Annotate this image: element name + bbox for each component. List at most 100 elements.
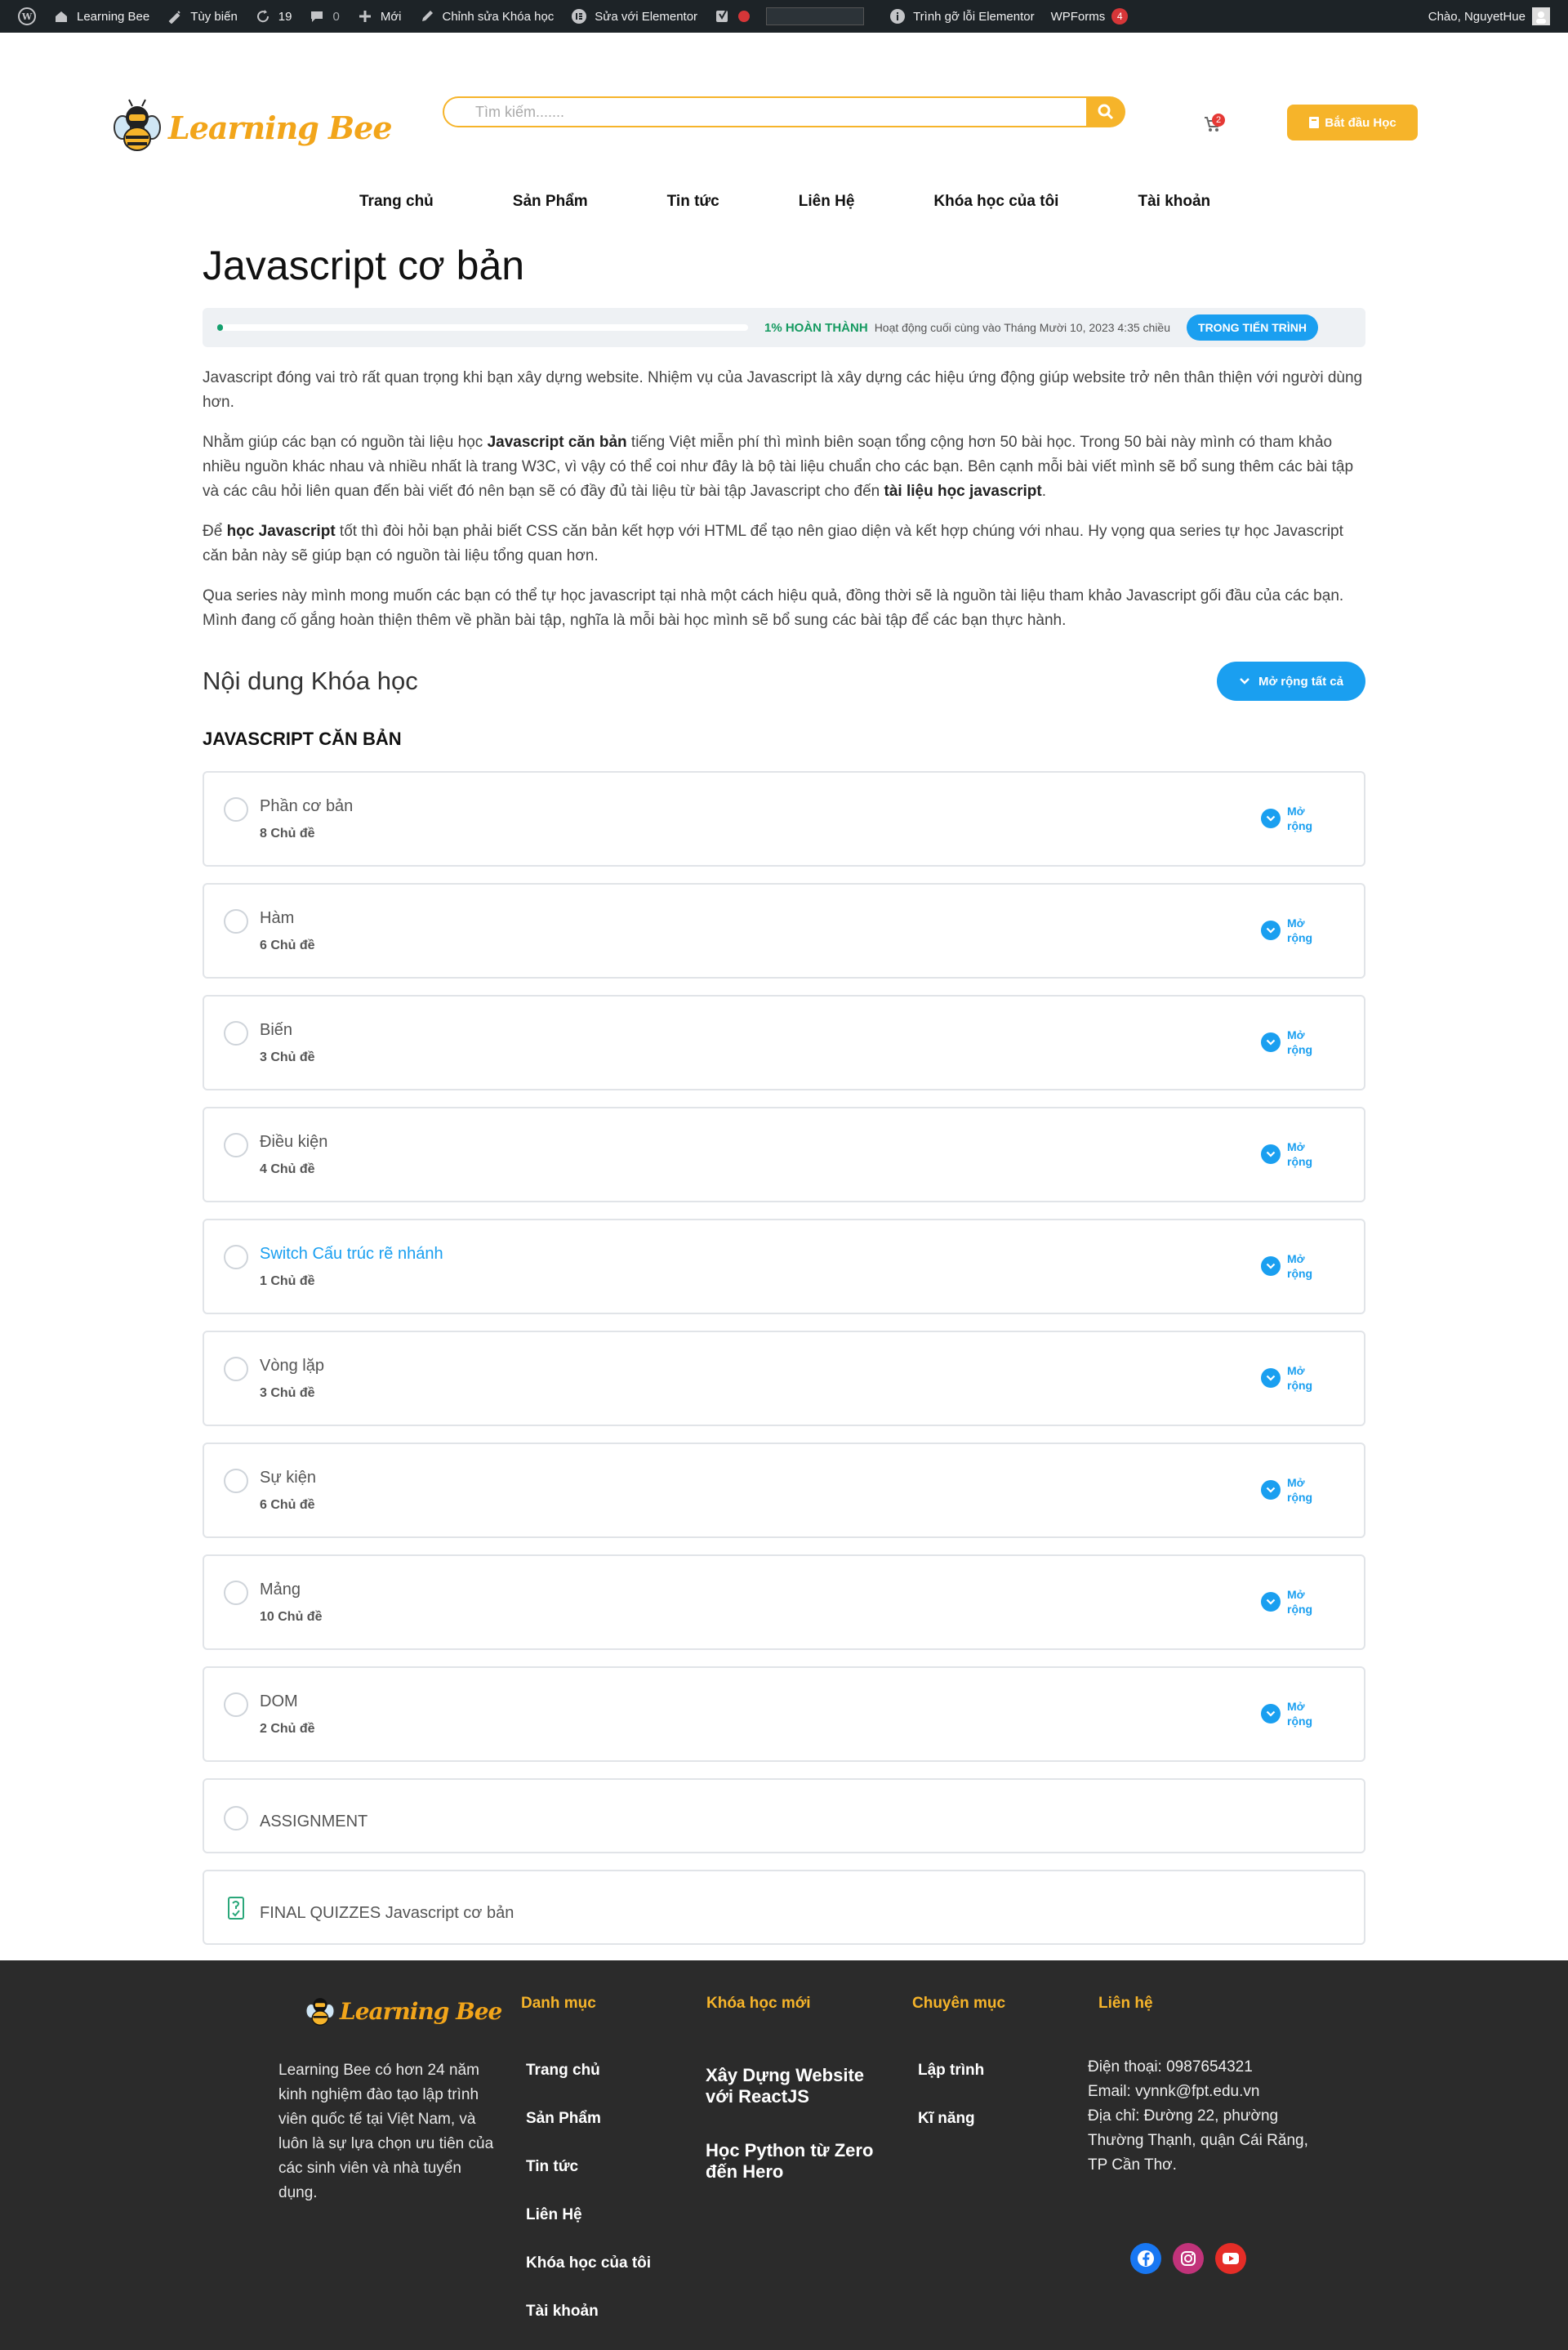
nav-item-contact[interactable]: Liên Hệ [799, 193, 855, 211]
nav-item-my-courses[interactable]: Khóa học của tôi [933, 193, 1058, 211]
site-name-link[interactable]: Learning Bee [44, 0, 158, 33]
brush-icon [166, 7, 184, 25]
status-badge: TRONG TIẾN TRÌNH [1187, 314, 1319, 341]
assignment-item[interactable]: ASSIGNMENT [203, 1778, 1365, 1853]
chevron-down-icon [1261, 1256, 1281, 1276]
footer-link-my-courses[interactable]: Khóa học của tôi [526, 2254, 651, 2272]
footer-about: Learning Bee có hơn 24 năm kinh nghiệm đ… [278, 2062, 494, 2201]
lesson-group-heading: JAVASCRIPT CĂN BẢN [203, 729, 402, 749]
my-account-menu[interactable]: Chào, NguyetHue [1420, 0, 1558, 33]
expand-all-button[interactable]: Mở rộng tất cả [1217, 662, 1365, 701]
expand-lesson-button[interactable]: Mở rộng [1261, 804, 1312, 833]
comment-icon [308, 7, 326, 25]
lesson-item[interactable]: Điều kiện 4 Chủ đề Mở rộng [203, 1107, 1365, 1202]
desc-paragraph-1: Javascript đóng vai trò rất quan trọng k… [203, 369, 1363, 411]
lesson-title[interactable]: Vòng lặp [260, 1357, 324, 1376]
customize-link[interactable]: Tùy biến [158, 0, 246, 33]
expand-lesson-button[interactable]: Mở rộng [1261, 1139, 1312, 1169]
nav-item-products[interactable]: Sản Phẩm [513, 193, 588, 211]
expand-lesson-button[interactable]: Mở rộng [1261, 1475, 1312, 1505]
new-content-link[interactable]: Mới [348, 0, 410, 33]
footer-link-home[interactable]: Trang chủ [526, 2062, 651, 2080]
status-circle [224, 1692, 248, 1717]
footer-link-products[interactable]: Sản Phẩm [526, 2110, 651, 2128]
facebook-icon[interactable] [1130, 2243, 1161, 2274]
cart-count-badge: 2 [1212, 114, 1225, 127]
status-circle [224, 909, 248, 934]
lesson-title[interactable]: Switch Cấu trúc rẽ nhánh [260, 1245, 443, 1264]
edit-elementor-link[interactable]: Sửa với Elementor [562, 0, 706, 33]
expand-lesson-button[interactable]: Mở rộng [1261, 1251, 1312, 1281]
footer-link-account[interactable]: Tài khoản [526, 2303, 651, 2321]
desc-paragraph-2: Nhằm giúp các bạn có nguồn tài liệu học … [203, 434, 1354, 500]
lesson-title[interactable]: Sự kiện [260, 1469, 316, 1487]
lesson-item[interactable]: Sự kiện 6 Chủ đề Mở rộng [203, 1443, 1365, 1538]
expand-lesson-button[interactable]: Mở rộng [1261, 1363, 1312, 1393]
lesson-title[interactable]: Biến [260, 1021, 292, 1040]
updates-link[interactable]: 19 [246, 0, 301, 33]
progress-percent: 1% HOÀN THÀNH [764, 320, 868, 335]
footer-link-news[interactable]: Tin tức [526, 2158, 651, 2176]
footer-email: Email: vynnk@fpt.edu.vn [1088, 2083, 1260, 2100]
expand-lesson-button[interactable]: Mở rộng [1261, 916, 1312, 945]
search-form [443, 96, 1125, 127]
footer-course-link[interactable]: Học Python từ Zero đến Hero [706, 2140, 893, 2183]
nav-item-account[interactable]: Tài khoản [1138, 193, 1210, 211]
lesson-title[interactable]: DOM [260, 1692, 298, 1711]
yoast-menu[interactable] [706, 0, 758, 33]
expand-lesson-button[interactable]: Mở rộng [1261, 1587, 1312, 1616]
lesson-topic-count: 6 Chủ đề [260, 939, 315, 952]
footer-topic-skills[interactable]: Kĩ năng [918, 2110, 984, 2128]
new-label: Mới [380, 9, 402, 24]
nav-item-home[interactable]: Trang chủ [359, 193, 434, 211]
footer-topic-programming[interactable]: Lập trình [918, 2062, 984, 2080]
instagram-icon[interactable] [1173, 2243, 1204, 2274]
updates-count: 19 [278, 9, 292, 24]
status-circle [224, 1581, 248, 1605]
expand-lesson-button[interactable]: Mở rộng [1261, 1699, 1312, 1728]
lesson-topic-count: 3 Chủ đề [260, 1050, 315, 1064]
chevron-down-icon [1261, 1368, 1281, 1388]
status-circle [224, 1469, 248, 1493]
expand-lesson-button[interactable]: Mở rộng [1261, 1028, 1312, 1057]
wpforms-link[interactable]: WPForms 4 [1043, 0, 1137, 33]
lesson-title[interactable]: Điều kiện [260, 1133, 327, 1152]
wordpress-menu[interactable]: W [10, 0, 44, 33]
assignment-title: ASSIGNMENT [260, 1813, 368, 1831]
lesson-item[interactable]: DOM 2 Chủ đề Mở rộng [203, 1666, 1365, 1762]
refresh-icon [254, 7, 272, 25]
admin-bar: W Learning Bee Tùy biến 19 0 Mới Chỉnh s… [0, 0, 1568, 33]
status-circle [224, 1357, 248, 1381]
lesson-item[interactable]: Biến 3 Chủ đề Mở rộng [203, 995, 1365, 1090]
edit-course-link[interactable]: Chỉnh sửa Khóa học [410, 0, 563, 33]
youtube-icon[interactable] [1215, 2243, 1246, 2274]
status-circle [224, 1245, 248, 1269]
lesson-item[interactable]: Phần cơ bản 8 Chủ đề Mở rộng [203, 771, 1365, 867]
lesson-title[interactable]: Mảng [260, 1581, 301, 1599]
footer-course-link[interactable]: Xây Dựng Website với ReactJS [706, 2065, 893, 2107]
search-icon [1098, 104, 1114, 120]
progress-fill [217, 324, 223, 331]
lesson-title[interactable]: Hàm [260, 909, 294, 928]
footer-link-contact[interactable]: Liên Hệ [526, 2206, 651, 2224]
footer-phone: Điện thoại: 0987654321 [1088, 2058, 1253, 2076]
final-quiz-item[interactable]: FINAL QUIZZES Javascript cơ bản [203, 1870, 1365, 1945]
customize-label: Tùy biến [190, 9, 238, 24]
lesson-item[interactable]: Switch Cấu trúc rẽ nhánh 1 Chủ đề Mở rộng [203, 1219, 1365, 1314]
nav-item-news[interactable]: Tin tức [667, 193, 719, 211]
search-button[interactable] [1086, 96, 1125, 127]
lesson-topic-count: 2 Chủ đề [260, 1722, 315, 1736]
adminbar-blank-field[interactable] [758, 0, 872, 33]
lesson-topic-count: 4 Chủ đề [260, 1162, 315, 1176]
lesson-item[interactable]: Vòng lặp 3 Chủ đề Mở rộng [203, 1331, 1365, 1426]
desc-paragraph-4: Qua series này mình mong muốn các bạn có… [203, 587, 1344, 629]
lesson-title[interactable]: Phần cơ bản [260, 797, 353, 816]
greeting: Chào, NguyetHue [1428, 9, 1526, 24]
lesson-item[interactable]: Hàm 6 Chủ đề Mở rộng [203, 883, 1365, 979]
comments-link[interactable]: 0 [300, 0, 347, 33]
search-input[interactable] [443, 96, 1086, 127]
footer-logo[interactable]: Learning Bee [304, 1993, 502, 2029]
avatar [1532, 7, 1550, 25]
lesson-item[interactable]: Mảng 10 Chủ đề Mở rộng [203, 1554, 1365, 1650]
elementor-debugger-link[interactable]: Trình gỡ lỗi Elementor [880, 0, 1043, 33]
